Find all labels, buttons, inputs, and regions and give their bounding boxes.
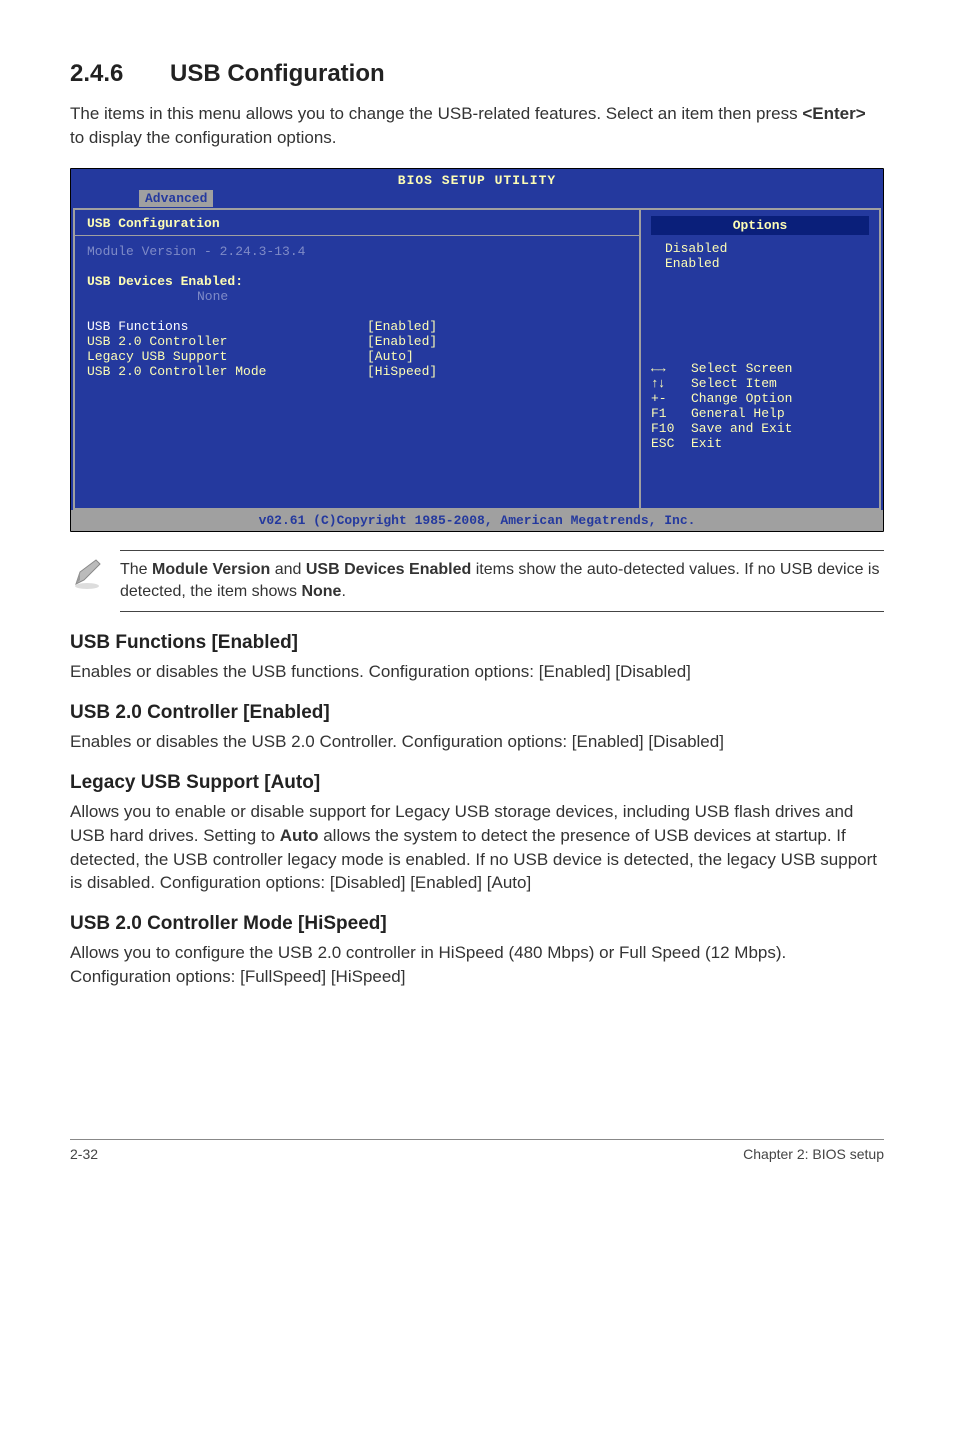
help-text: Save and Exit [691,421,792,436]
bios-help-line: ESCExit [651,436,869,451]
help-text: Select Item [691,376,777,391]
bios-help-block: ←→Select Screen ↑↓Select Item +-Change O… [651,361,869,451]
bios-devices-value: None [87,289,627,304]
bios-row-usb-controller: USB 2.0 Controller [Enabled] [87,334,627,349]
s3-bold-auto: Auto [280,826,319,845]
bios-help-line: ↑↓Select Item [651,376,869,391]
bios-row-legacy-usb: Legacy USB Support [Auto] [87,349,627,364]
bios-panel-header: USB Configuration [87,216,627,231]
help-key: +- [651,391,691,406]
bios-left-panel: USB Configuration Module Version - 2.24.… [73,208,639,510]
bios-row-value: [Enabled] [367,334,437,349]
bios-screenshot: BIOS SETUP UTILITY Advanced USB Configur… [70,168,884,532]
bios-copyright-footer: v02.61 (C)Copyright 1985-2008, American … [71,510,883,531]
help-key: ↑↓ [651,376,691,391]
sub-body-usb-functions: Enables or disables the USB functions. C… [70,660,884,684]
pencil-icon [70,550,110,590]
note-bold-devices: USB Devices Enabled [306,561,471,578]
bios-row-usb-functions: USB Functions [Enabled] [87,319,627,334]
page-footer: 2-32 Chapter 2: BIOS setup [70,1139,884,1162]
sub-heading-controller-mode: USB 2.0 Controller Mode [HiSpeed] [70,913,884,935]
bios-help-line: +-Change Option [651,391,869,406]
intro-tail: to display the configuration options. [70,128,337,147]
bios-row-value: [HiSpeed] [367,364,437,379]
note-bold-module: Module Version [152,561,270,578]
bios-option-disabled: Disabled [651,241,869,256]
note-tail: . [341,583,345,600]
bios-row-controller-mode: USB 2.0 Controller Mode [HiSpeed] [87,364,627,379]
sub-body-usb-controller: Enables or disables the USB 2.0 Controll… [70,730,884,754]
bios-right-panel: Options Disabled Enabled ←→Select Screen… [639,208,881,510]
note-mid1: and [270,561,306,578]
help-key: F10 [651,421,691,436]
help-key: ←→ [651,361,691,376]
note-block: The Module Version and USB Devices Enabl… [70,550,884,613]
section-number: 2.4.6 [70,60,170,88]
bios-row-label: USB 2.0 Controller Mode [87,364,367,379]
bios-row-label: USB 2.0 Controller [87,334,367,349]
bios-module-version: Module Version - 2.24.3-13.4 [87,244,627,259]
section-heading: 2.4.6USB Configuration [70,60,884,88]
bios-option-enabled: Enabled [651,256,869,271]
section-title-text: USB Configuration [170,60,385,87]
intro-paragraph: The items in this menu allows you to cha… [70,102,884,150]
footer-page-number: 2-32 [70,1146,98,1162]
sub-body-legacy-usb: Allows you to enable or disable support … [70,800,884,895]
intro-key: <Enter> [802,104,865,123]
intro-text: The items in this menu allows you to cha… [70,104,802,123]
bios-help-line: F1General Help [651,406,869,421]
bios-title-bar: BIOS SETUP UTILITY [71,169,883,190]
help-text: Select Screen [691,361,792,376]
bios-help-line: F10Save and Exit [651,421,869,436]
bios-row-label: Legacy USB Support [87,349,367,364]
help-key: ESC [651,436,691,451]
bios-tab-advanced: Advanced [139,190,213,207]
footer-chapter: Chapter 2: BIOS setup [743,1146,884,1162]
help-text: General Help [691,406,785,421]
bios-options-title: Options [651,216,869,235]
bios-row-value: [Auto] [367,349,414,364]
sub-heading-usb-controller: USB 2.0 Controller [Enabled] [70,702,884,724]
note-bold-none: None [301,583,341,600]
sub-heading-usb-functions: USB Functions [Enabled] [70,632,884,654]
note-text: The Module Version and USB Devices Enabl… [120,550,884,613]
bios-tab-row: Advanced [71,190,883,208]
bios-main-area: USB Configuration Module Version - 2.24.… [71,208,883,510]
note-pre: The [120,561,152,578]
sub-body-controller-mode: Allows you to configure the USB 2.0 cont… [70,941,884,989]
help-key: F1 [651,406,691,421]
bios-devices-label: USB Devices Enabled: [87,274,627,289]
divider [75,235,639,236]
help-text: Exit [691,436,722,451]
sub-heading-legacy-usb: Legacy USB Support [Auto] [70,772,884,794]
bios-help-line: ←→Select Screen [651,361,869,376]
bios-row-value: [Enabled] [367,319,437,334]
bios-row-label: USB Functions [87,319,367,334]
help-text: Change Option [691,391,792,406]
